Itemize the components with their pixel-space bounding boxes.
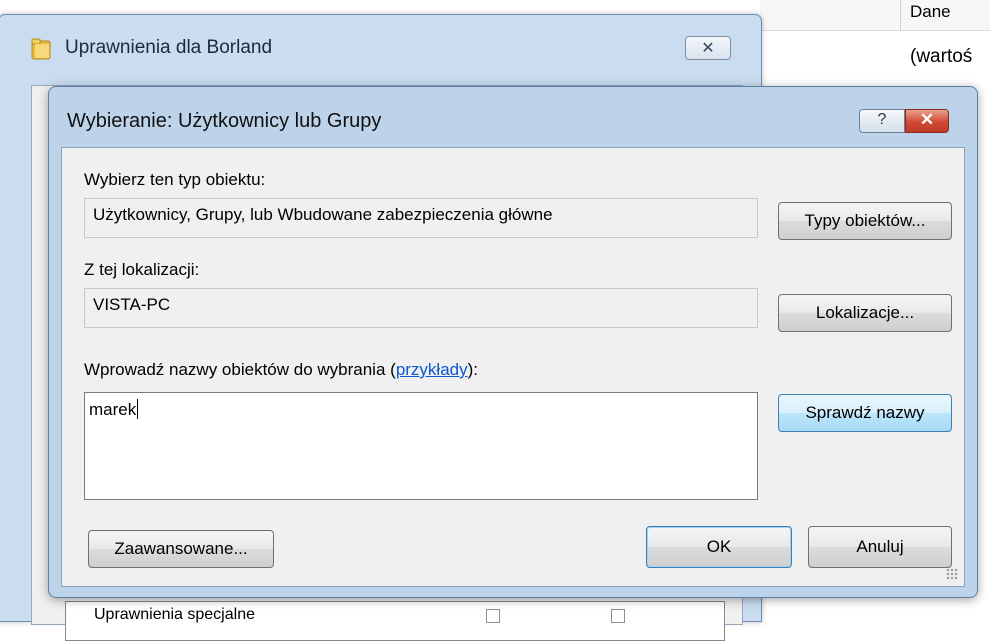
enter-names-label-suffix: ):	[467, 360, 479, 379]
column-header-data[interactable]: Dane	[910, 2, 951, 22]
advanced-button[interactable]: Zaawansowane...	[88, 530, 274, 568]
dialog-title: Wybieranie: Użytkownicy lub Grupy	[67, 110, 382, 132]
permissions-list[interactable]: Uprawnienia specjalne	[65, 601, 725, 641]
resize-grip[interactable]	[946, 568, 958, 580]
ok-button[interactable]: OK	[646, 526, 792, 568]
window-close-button[interactable]: ✕	[685, 36, 731, 60]
object-type-field: Użytkownicy, Grupy, lub Wbudowane zabezp…	[84, 198, 758, 238]
close-icon: ✕	[701, 40, 715, 57]
window-title: Uprawnienia dla Borland	[65, 37, 273, 58]
location-field: VISTA-PC	[84, 288, 758, 328]
location-label: Z tej lokalizacji:	[84, 260, 200, 279]
help-button[interactable]: ?	[859, 109, 905, 133]
object-types-button[interactable]: Typy obiektów...	[778, 202, 952, 240]
list-cell-value[interactable]: (wartoś	[910, 46, 972, 68]
folder-icon	[31, 38, 51, 60]
dialog-close-button[interactable]: ✕	[905, 109, 949, 133]
column-separator	[900, 0, 901, 30]
help-icon: ?	[877, 111, 887, 128]
select-users-dialog: Wybieranie: Użytkownicy lub Grupy ? ✕ Wy…	[48, 86, 978, 598]
object-names-input[interactable]: marek	[84, 392, 758, 500]
object-names-value: marek	[89, 400, 137, 419]
list-header: Dane	[760, 0, 990, 31]
locations-button[interactable]: Lokalizacje...	[778, 294, 952, 332]
dialog-client-area: Wybierz ten typ obiektu: Użytkownicy, Gr…	[61, 147, 965, 587]
deny-checkbox[interactable]	[611, 609, 625, 623]
text-caret	[137, 399, 139, 419]
cancel-button[interactable]: Anuluj	[808, 526, 952, 568]
list-item-special-permissions: Uprawnienia specjalne	[94, 606, 255, 623]
examples-link[interactable]: przykłady	[396, 360, 468, 379]
check-names-button[interactable]: Sprawdź nazwy	[778, 394, 952, 432]
allow-checkbox[interactable]	[486, 609, 500, 623]
object-type-label: Wybierz ten typ obiektu:	[84, 170, 266, 189]
enter-names-label: Wprowadź nazwy obiektów do wybrania (prz…	[84, 360, 478, 380]
enter-names-label-prefix: Wprowadź nazwy obiektów do wybrania (	[84, 360, 396, 379]
close-icon: ✕	[919, 110, 935, 129]
